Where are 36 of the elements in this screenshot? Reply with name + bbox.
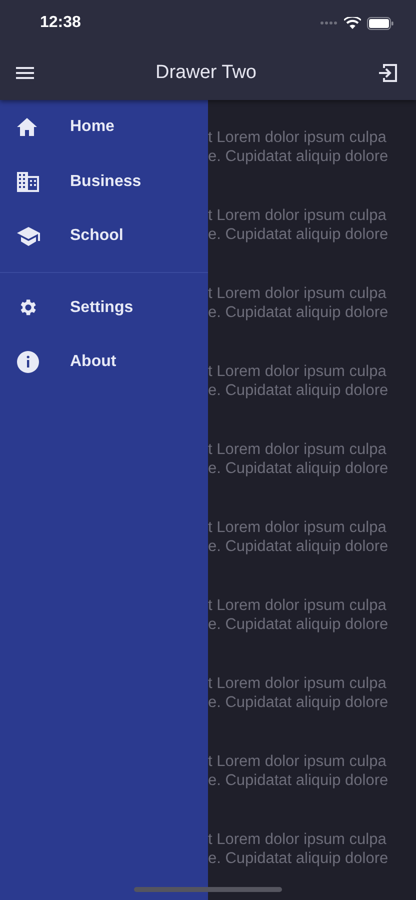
home-icon	[17, 118, 37, 136]
card-text: t Lorem dolor ipsum culpa	[208, 674, 386, 693]
drawer-item[interactable]: Settings	[0, 280, 208, 335]
info-icon	[17, 351, 39, 374]
card-text: e. Cupidatat aliquip dolore	[208, 771, 388, 790]
menu-icon	[16, 67, 34, 79]
graduation-cap-icon	[17, 226, 40, 246]
card-text: t Lorem dolor ipsum culpa	[208, 128, 386, 147]
building-icon	[17, 172, 39, 192]
card-text: e. Cupidatat aliquip dolore	[208, 381, 388, 400]
card-text: t Lorem dolor ipsum culpa	[208, 596, 386, 615]
signal-icon	[320, 21, 338, 25]
card-text: e. Cupidatat aliquip dolore	[208, 147, 388, 166]
card-text: t Lorem dolor ipsum culpa	[208, 518, 386, 537]
card-text: t Lorem dolor ipsum culpa	[208, 752, 386, 771]
exit-icon	[378, 63, 398, 83]
card-text: t Lorem dolor ipsum culpa	[208, 830, 386, 849]
card-text: t Lorem dolor ipsum culpa	[208, 440, 386, 459]
drawer-item[interactable]: School	[0, 209, 208, 264]
card-text: t Lorem dolor ipsum culpa	[208, 284, 386, 303]
card-text: e. Cupidatat aliquip dolore	[208, 849, 388, 868]
wifi-icon	[344, 17, 361, 29]
card-text: e. Cupidatat aliquip dolore	[208, 537, 388, 556]
card-text: t Lorem dolor ipsum culpa	[208, 362, 386, 381]
card-text: e. Cupidatat aliquip dolore	[208, 225, 388, 244]
battery-icon	[367, 16, 394, 30]
card-text: e. Cupidatat aliquip dolore	[208, 459, 388, 478]
card-text: e. Cupidatat aliquip dolore	[208, 693, 388, 712]
card-text: t Lorem dolor ipsum culpa	[208, 206, 386, 225]
card-text: e. Cupidatat aliquip dolore	[208, 303, 388, 322]
app-title: Drawer Two	[155, 62, 256, 84]
drawer-item[interactable]: About	[0, 335, 208, 390]
status-time: 12:38	[40, 14, 81, 32]
card-text: e. Cupidatat aliquip dolore	[208, 615, 388, 634]
drawer-item[interactable]: Home	[0, 100, 208, 154]
drawer-item[interactable]: Business	[0, 154, 208, 209]
